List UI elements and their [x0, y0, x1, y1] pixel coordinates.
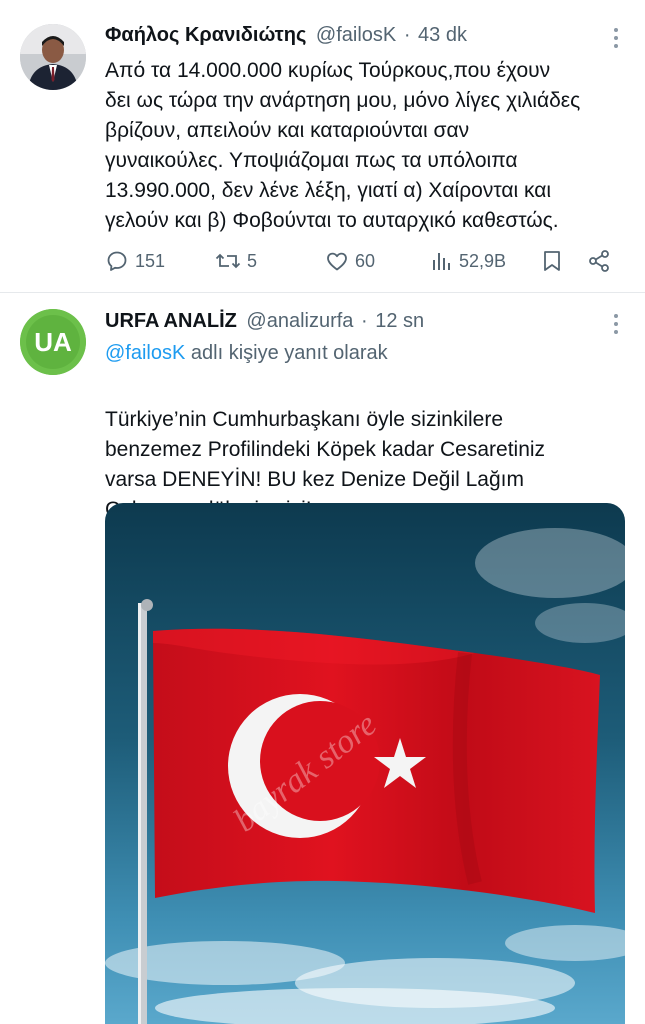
reply-to-link[interactable]: @failosK [105, 342, 185, 364]
reply-button[interactable]: 151 [105, 246, 165, 276]
more-icon[interactable] [613, 314, 619, 334]
avatar[interactable] [20, 24, 86, 90]
timestamp[interactable]: 43 dk [418, 24, 467, 46]
handle[interactable]: @analizurfa [246, 310, 353, 332]
views-count: 52,9B [459, 250, 507, 271]
reply-count: 151 [135, 250, 166, 271]
tweet-text: Από τα 14.000.000 κυρίως Τούρκους,που έχ… [105, 59, 581, 232]
share-icon [589, 250, 609, 272]
bookmark-button[interactable] [541, 246, 563, 276]
avatar[interactable]: UA [20, 309, 86, 375]
like-icon [327, 252, 347, 271]
avatar-photo [20, 24, 86, 90]
separator: · [403, 24, 411, 46]
svg-text:UA: UA [34, 327, 72, 357]
views-button[interactable]: 52,9B [431, 246, 506, 276]
ua-logo-icon: UA [20, 309, 86, 375]
display-name[interactable]: URFA ANALİZ [105, 310, 237, 332]
retweet-count: 5 [247, 250, 258, 271]
views-icon [433, 253, 450, 270]
action-bar: 151 5 60 52,9B [105, 246, 625, 276]
tweet-header: Φαήλος Κρανιδιώτης @failosK · 43 dk [105, 24, 467, 47]
reply-icon [107, 251, 127, 271]
tweet-1[interactable]: Φαήλος Κρανιδιώτης @failosK · 43 dk Από … [0, 0, 645, 292]
share-button[interactable] [587, 246, 611, 276]
tweet-header: URFA ANALİZ @analizurfa · 12 sn [105, 310, 424, 333]
bookmark-icon [544, 251, 560, 271]
tweet-media-image[interactable]: bayrak store [105, 503, 625, 1024]
retweet-icon [215, 253, 241, 269]
timestamp[interactable]: 12 sn [375, 310, 424, 332]
retweet-button[interactable]: 5 [215, 246, 257, 276]
separator: · [361, 310, 368, 332]
reply-to-suffix: adlı kişiye yanıt olarak [185, 342, 388, 364]
reply-context: @failosK adlı kişiye yanıt olarak [105, 342, 388, 365]
handle[interactable]: @failosK [316, 24, 396, 46]
more-icon[interactable] [613, 28, 619, 48]
display-name[interactable]: Φαήλος Κρανιδιώτης [105, 24, 306, 46]
turkish-flag-photo: bayrak store [105, 503, 625, 1024]
like-count: 60 [355, 250, 376, 271]
like-button[interactable]: 60 [325, 246, 375, 276]
